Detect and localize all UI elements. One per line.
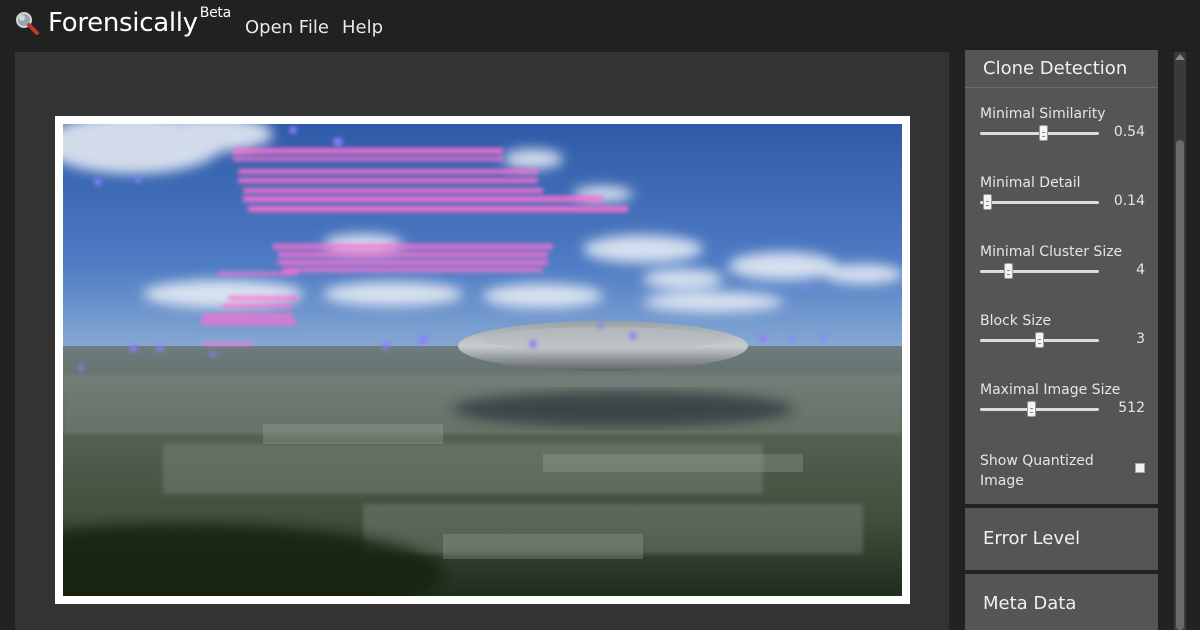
maximal-image-size-value: 512: [1118, 400, 1145, 416]
block-size-value: 3: [1136, 331, 1145, 347]
top-bar: Forensically Beta Open File Help: [0, 0, 1200, 52]
minimal-similarity-value: 0.54: [1113, 124, 1145, 140]
minimal-detail-slider[interactable]: [980, 201, 1099, 204]
image-frame: [55, 116, 910, 604]
magnifier-icon: [16, 12, 39, 35]
maximal-image-size-slider-thumb[interactable]: [1027, 401, 1036, 417]
minimal-cluster-size-slider[interactable]: [980, 270, 1099, 273]
open-file-link[interactable]: Open File: [245, 17, 329, 38]
minimal-cluster-size-slider-thumb[interactable]: [1004, 263, 1013, 279]
clone-detection-header[interactable]: Clone Detection: [965, 50, 1158, 88]
image-canvas-area: [15, 52, 949, 630]
minimal-cluster-size-label: Minimal Cluster Size: [980, 244, 1123, 260]
minimal-detail-setting: Minimal Detail 0.14: [980, 175, 1145, 210]
block-size-label: Block Size: [980, 313, 1052, 329]
minimal-similarity-setting: Minimal Similarity 0.54: [980, 106, 1145, 141]
meta-data-header[interactable]: Meta Data: [965, 574, 1158, 630]
minimal-detail-label: Minimal Detail: [980, 175, 1081, 191]
maximal-image-size-slider[interactable]: [980, 408, 1099, 411]
maximal-image-size-setting: Maximal Image Size 512: [980, 382, 1145, 417]
scroll-up-arrow-icon[interactable]: [1175, 54, 1185, 60]
minimal-similarity-label: Minimal Similarity: [980, 106, 1106, 122]
show-quantized-checkbox[interactable]: [1135, 463, 1145, 473]
ufo-city-photo: [63, 124, 902, 596]
meta-data-panel[interactable]: Meta Data: [965, 574, 1158, 630]
analyzed-image[interactable]: [63, 124, 902, 596]
minimal-similarity-slider-thumb[interactable]: [1039, 125, 1048, 141]
minimal-cluster-size-setting: Minimal Cluster Size 4: [980, 244, 1145, 279]
error-level-analysis-header[interactable]: Error Level Analysis: [965, 508, 1158, 611]
app-title-text: Forensically: [48, 8, 198, 38]
block-size-slider-thumb[interactable]: [1035, 332, 1044, 348]
block-size-setting: Block Size 3: [980, 313, 1145, 348]
error-level-analysis-panel[interactable]: Error Level Analysis: [965, 508, 1158, 611]
app-title: Forensically Beta: [48, 5, 231, 38]
clone-detection-panel: Clone Detection Minimal Similarity 0.54 …: [965, 50, 1158, 504]
help-link[interactable]: Help: [342, 17, 383, 38]
beta-badge: Beta: [199, 5, 231, 22]
show-quantized-label: Show Quantized Image: [980, 453, 1094, 489]
minimal-detail-value: 0.14: [1113, 193, 1145, 209]
sidebar-scrollbar-thumb[interactable]: [1176, 140, 1184, 630]
show-quantized-setting: Show Quantized Image: [980, 451, 1145, 491]
minimal-cluster-size-value: 4: [1136, 262, 1145, 278]
minimal-detail-slider-thumb[interactable]: [983, 194, 992, 210]
maximal-image-size-label: Maximal Image Size: [980, 382, 1121, 398]
